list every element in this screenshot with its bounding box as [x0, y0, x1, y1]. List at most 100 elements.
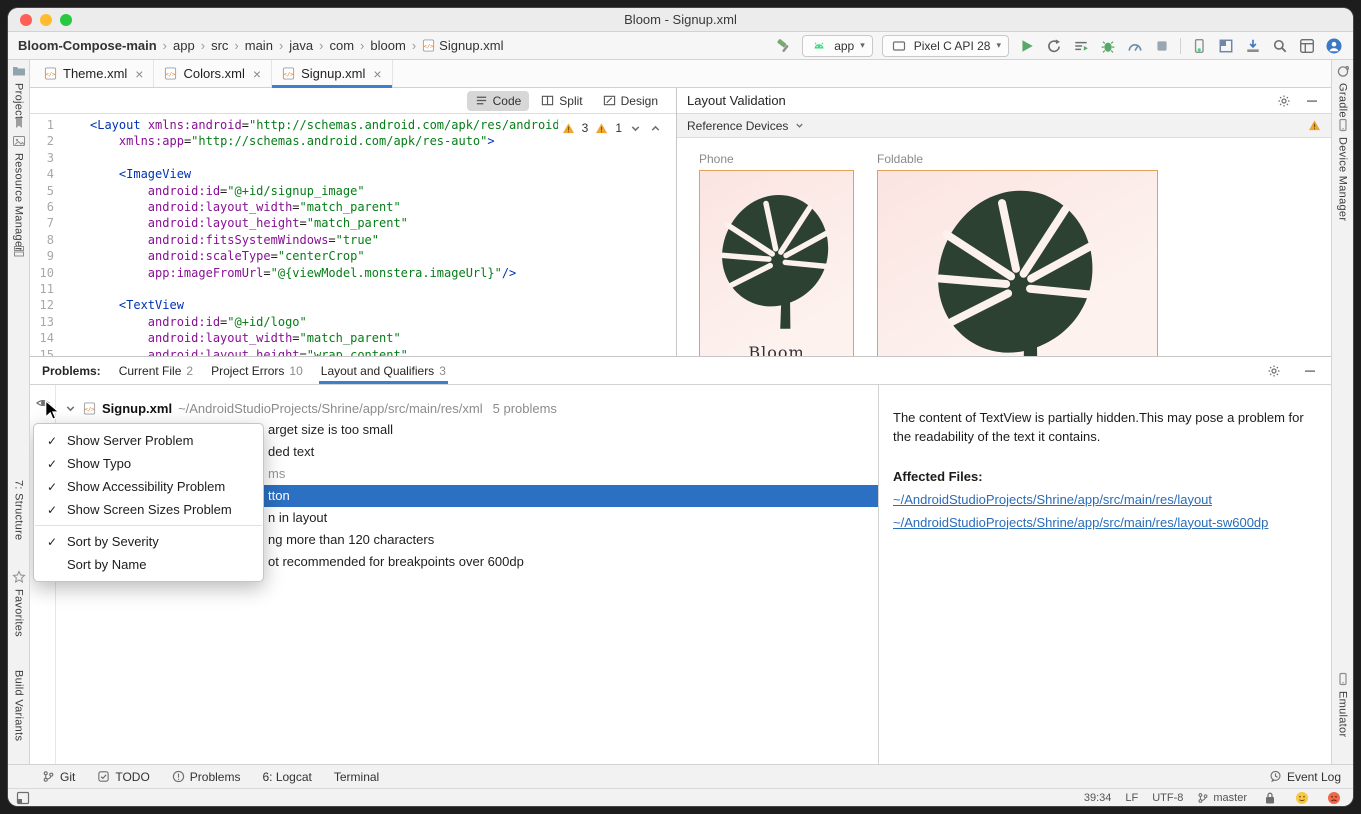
breadcrumb-item[interactable]: Bloom-Compose-main — [18, 38, 157, 53]
layout-inspector-icon[interactable] — [1217, 37, 1235, 55]
tool-strip-button-build-variants[interactable]: Build Variants — [8, 670, 29, 741]
profile-icon[interactable] — [1126, 37, 1144, 55]
tool-strip-button-bookmark[interactable] — [8, 116, 29, 130]
close-icon[interactable]: × — [135, 66, 143, 82]
code-area[interactable]: 1<Layout xmlns:android="http://schemas.a… — [30, 114, 676, 356]
project-structure-icon[interactable] — [1298, 37, 1316, 55]
problems-tab-layout-and-qualifiers[interactable]: Layout and Qualifiers3 — [321, 357, 446, 384]
menu-item-show-server-problem[interactable]: ✓Show Server Problem — [34, 429, 263, 452]
minimize-window-button[interactable] — [40, 14, 52, 26]
close-window-button[interactable] — [20, 14, 32, 26]
mode-button-design[interactable]: Design — [595, 91, 666, 111]
window-layout-icon[interactable] — [14, 789, 32, 807]
affected-file-link[interactable]: ~/AndroidStudioProjects/Shrine/app/src/m… — [893, 515, 1268, 530]
breadcrumb-item[interactable]: java — [289, 38, 313, 53]
breadcrumb-label: bloom — [370, 38, 405, 53]
line-separator[interactable]: LF — [1125, 792, 1138, 804]
file-encoding[interactable]: UTF-8 — [1152, 792, 1183, 804]
tool-strip-button-layers[interactable] — [8, 244, 29, 258]
tool-strip-button-gradle[interactable]: Gradle — [1332, 64, 1353, 118]
lock-icon[interactable] — [1261, 789, 1279, 807]
apply-changes-button[interactable] — [1045, 37, 1063, 55]
apply-code-changes-button[interactable] — [1072, 37, 1090, 55]
highlight-level-smiley-icon[interactable] — [1293, 789, 1311, 807]
menu-item-sort-by-severity[interactable]: ✓Sort by Severity — [34, 530, 263, 553]
code-editor[interactable]: CodeSplitDesign 1<Layout xmlns:android="… — [30, 88, 676, 356]
android-icon — [810, 37, 828, 55]
gear-icon[interactable] — [1265, 362, 1283, 380]
device-preview-foldable[interactable] — [877, 170, 1158, 356]
run-button[interactable] — [1018, 37, 1036, 55]
tool-strip-button-device-manager[interactable]: Device Manager — [1332, 118, 1353, 221]
breadcrumb-item[interactable]: main — [245, 38, 273, 53]
code-text: android:scaleType="centerCrop" — [66, 248, 365, 264]
problems-list[interactable]: </> Signup.xml ~/AndroidStudioProjects/S… — [30, 385, 878, 764]
affected-file-link[interactable]: ~/AndroidStudioProjects/Shrine/app/src/m… — [893, 492, 1212, 507]
problems-tab-project-errors[interactable]: Project Errors10 — [211, 357, 303, 384]
hide-panel-icon[interactable] — [1301, 362, 1319, 380]
layers-icon — [12, 244, 26, 258]
menu-item-show-accessibility-problem[interactable]: ✓Show Accessibility Problem — [34, 475, 263, 498]
breadcrumb-item[interactable]: </>Signup.xml — [422, 38, 503, 53]
close-icon[interactable]: × — [373, 66, 381, 82]
tool-strip-button-7-structure[interactable]: 7: Structure — [8, 480, 29, 540]
device-dropdown[interactable]: Pixel C API 28 ▾ — [882, 35, 1009, 57]
device-manager-icon[interactable] — [1190, 37, 1208, 55]
tool-strip-button-favorites[interactable]: Favorites — [8, 570, 29, 637]
zoom-window-button[interactable] — [60, 14, 72, 26]
editor-tab[interactable]: </>Theme.xml× — [34, 60, 154, 87]
event-log-button[interactable]: Event Log — [1269, 770, 1341, 784]
run-config-dropdown[interactable]: app ▾ — [802, 35, 873, 57]
git-branch-widget[interactable]: master — [1197, 792, 1247, 804]
menu-item-sort-by-name[interactable]: Sort by Name — [34, 553, 263, 576]
close-icon[interactable]: × — [253, 66, 261, 82]
debug-icon[interactable] — [1099, 37, 1117, 55]
code-text: android:layout_width="match_parent" — [66, 330, 401, 346]
inspection-sad-icon[interactable] — [1325, 789, 1343, 807]
tool-strip-label: 7: Structure — [13, 480, 25, 540]
line-number: 15 — [30, 347, 66, 356]
editor-row: CodeSplitDesign 1<Layout xmlns:android="… — [30, 88, 1331, 357]
tab-count: 3 — [439, 364, 446, 378]
breadcrumb-item[interactable]: app — [173, 38, 195, 53]
problems-tab-current-file[interactable]: Current File2 — [119, 357, 193, 384]
tab-label: Colors.xml — [183, 66, 244, 81]
tool-window-button-problems[interactable]: Problems — [172, 770, 241, 784]
tool-strip-button-project[interactable]: Project — [8, 64, 29, 119]
tool-strip-button-resource-manager[interactable]: Resource Manager — [8, 134, 29, 251]
checkmark-icon: ✓ — [47, 434, 63, 448]
breadcrumb-item[interactable]: src — [211, 38, 228, 53]
editor-tab[interactable]: </>Signup.xml× — [272, 60, 393, 87]
reference-devices-selector[interactable]: Reference Devices — [677, 114, 1331, 138]
menu-item-show-typo[interactable]: ✓Show Typo — [34, 452, 263, 475]
tool-window-button-todo[interactable]: TODO — [97, 770, 149, 784]
build-icon[interactable] — [775, 37, 793, 55]
gear-icon[interactable] — [1275, 92, 1293, 110]
problems-body: </> Signup.xml ~/AndroidStudioProjects/S… — [30, 385, 1331, 764]
inspection-widget[interactable]: 3 1 — [558, 119, 666, 137]
tool-window-button-terminal[interactable]: Terminal — [334, 770, 379, 784]
device-preview-phone[interactable]: Bloom — [699, 170, 854, 356]
hide-panel-icon[interactable] — [1303, 92, 1321, 110]
code-line: 14 android:layout_width="match_parent" — [30, 330, 676, 346]
tool-window-button-6-logcat[interactable]: 6: Logcat — [262, 770, 311, 784]
mode-button-code[interactable]: Code — [467, 91, 530, 111]
device-file-explorer-icon[interactable] — [1244, 37, 1262, 55]
avatar[interactable] — [1325, 37, 1343, 55]
stop-icon[interactable] — [1153, 37, 1171, 55]
mode-button-split[interactable]: Split — [533, 91, 590, 111]
problems-file-header[interactable]: </> Signup.xml ~/AndroidStudioProjects/S… — [56, 397, 878, 419]
toolbar-separator — [1180, 38, 1181, 54]
tool-strip-button-emulator[interactable]: Emulator — [1332, 672, 1353, 737]
editor-tab[interactable]: </>Colors.xml× — [154, 60, 272, 87]
branch-name: master — [1213, 792, 1247, 804]
search-icon[interactable] — [1271, 37, 1289, 55]
breadcrumb-item[interactable]: bloom — [370, 38, 405, 53]
caret-position[interactable]: 39:34 — [1084, 792, 1112, 804]
main-area: Project Resource Manager 7: Structure Favor… — [8, 60, 1353, 764]
tool-window-label: 6: Logcat — [262, 770, 311, 784]
line-number: 7 — [30, 215, 66, 231]
tool-window-button-git[interactable]: Git — [42, 770, 75, 784]
menu-item-show-screen-sizes-problem[interactable]: ✓Show Screen Sizes Problem — [34, 498, 263, 521]
breadcrumb-item[interactable]: com — [329, 38, 354, 53]
